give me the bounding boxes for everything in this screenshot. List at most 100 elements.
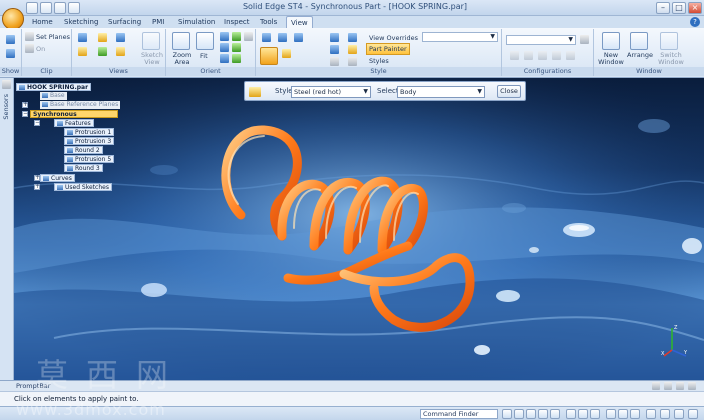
tree-item-protrusion-3[interactable]: Protrusion 3 (64, 137, 115, 145)
status-camera-icon[interactable] (674, 409, 684, 419)
spring-model[interactable] (14, 78, 704, 380)
shaded-icon[interactable] (262, 33, 271, 42)
tree-root[interactable]: HOOK SPRING.par (16, 83, 92, 91)
tree-item-protrusion-1[interactable]: Protrusion 1 (64, 128, 115, 136)
wireframe-icon[interactable] (282, 49, 291, 58)
status-layers-icon[interactable] (660, 409, 670, 419)
tab-surfacing[interactable]: Surfacing (104, 16, 145, 28)
fit-button[interactable]: Fit (200, 52, 208, 60)
config-option-icon[interactable] (566, 51, 575, 60)
options-icon[interactable] (664, 382, 672, 390)
tab-inspect[interactable]: Inspect (220, 16, 254, 28)
command-finder-input[interactable]: Command Finder (420, 409, 498, 419)
zoom-area-icon[interactable] (172, 32, 190, 50)
silhouettes-icon[interactable] (330, 57, 339, 66)
status-zoom-icon[interactable] (502, 409, 512, 419)
zoom-area-button[interactable]: Zoom Area (170, 52, 194, 66)
graphics-window[interactable]: Style: Steel (red hot) ▼ Select: Body ▼ … (14, 78, 704, 380)
perspective-icon[interactable] (348, 33, 357, 42)
minimize-button[interactable]: – (656, 2, 670, 14)
switch-window-button[interactable]: Switch Window (656, 52, 686, 66)
close-button[interactable]: Close (497, 85, 521, 98)
view-style-combo[interactable]: ▼ (422, 32, 498, 42)
tab-sketching[interactable]: Sketching (60, 16, 102, 28)
fit-icon[interactable] (196, 32, 214, 50)
tree-item-used-sketches[interactable]: Used Sketches (54, 183, 112, 191)
pathfinder-icon[interactable] (2, 80, 11, 89)
status-view-icon[interactable] (538, 409, 548, 419)
background-icon[interactable] (348, 45, 357, 54)
pan-icon[interactable] (232, 32, 241, 41)
tab-pmi[interactable]: PMI (148, 16, 168, 28)
status-display-icon[interactable] (578, 409, 588, 419)
config-option-icon[interactable] (552, 51, 561, 60)
tree-item-base-reference-planes[interactable]: Base Reference Planes (40, 101, 121, 109)
tab-home[interactable]: Home (28, 16, 57, 28)
status-sketch-view-icon[interactable] (618, 409, 628, 419)
shadows-icon[interactable] (330, 45, 339, 54)
maximize-button[interactable]: □ (672, 2, 686, 14)
clip-on-button[interactable]: On (36, 45, 45, 53)
help-icon[interactable] (676, 382, 684, 390)
tree-item-features[interactable]: Features (54, 119, 94, 127)
paint-bucket-icon[interactable] (249, 87, 261, 97)
undo-icon[interactable] (40, 2, 52, 14)
look-at-face-icon[interactable] (232, 54, 241, 63)
sensors-tab[interactable]: Sensors (2, 94, 10, 120)
status-options-icon[interactable] (688, 409, 698, 419)
tab-tools[interactable]: Tools (256, 16, 281, 28)
application-button[interactable] (2, 8, 24, 30)
save-icon[interactable] (26, 2, 38, 14)
config-option-icon[interactable] (524, 51, 533, 60)
dropdown-icon[interactable] (68, 2, 80, 14)
save-configuration-icon[interactable] (580, 35, 589, 44)
status-rotate-icon[interactable] (526, 409, 536, 419)
switch-window-icon[interactable] (660, 32, 678, 50)
part-painter-button[interactable]: Part Painter (366, 43, 410, 55)
expand-toggle[interactable]: + (22, 102, 28, 108)
reflections-icon[interactable] (348, 57, 357, 66)
view-front-icon[interactable] (78, 33, 87, 42)
visible-edges-icon[interactable] (294, 33, 303, 42)
status-zoom-area-icon[interactable] (630, 409, 640, 419)
status-render-icon[interactable] (590, 409, 600, 419)
status-fit-icon[interactable] (550, 409, 560, 419)
collapse-toggle[interactable]: − (34, 120, 40, 126)
tree-item-round-2[interactable]: Round 2 (64, 146, 103, 154)
rotate-icon[interactable] (220, 43, 229, 52)
pin-icon[interactable] (652, 382, 660, 390)
status-view-orient-icon[interactable] (606, 409, 616, 419)
tree-item-protrusion-5[interactable]: Protrusion 5 (64, 155, 115, 163)
sketch-view-button[interactable]: Sketch View (140, 52, 164, 66)
configuration-combo[interactable]: ▼ (506, 35, 576, 45)
status-shading-icon[interactable] (566, 409, 576, 419)
shaded-edges-icon[interactable] (278, 33, 287, 42)
spin-about-icon[interactable] (232, 43, 241, 52)
render-mode-icon[interactable] (260, 47, 278, 65)
view-top-icon[interactable] (98, 33, 107, 42)
config-option-icon[interactable] (510, 51, 519, 60)
orient-extra-icon[interactable] (244, 32, 253, 41)
tab-simulation[interactable]: Simulation (174, 16, 219, 28)
status-pan-icon[interactable] (514, 409, 524, 419)
show-icon[interactable] (6, 35, 15, 44)
arrange-icon[interactable] (630, 32, 648, 50)
show-all-icon[interactable] (6, 49, 15, 58)
status-settings-icon[interactable] (646, 409, 656, 419)
previous-view-icon[interactable] (220, 54, 229, 63)
view-right-icon[interactable] (116, 33, 125, 42)
close-window-button[interactable]: × (688, 2, 702, 14)
tab-view[interactable]: View (286, 16, 313, 28)
sketch-view-icon[interactable] (142, 32, 160, 50)
style-select[interactable]: Steel (red hot) ▼ (291, 86, 371, 98)
new-window-icon[interactable] (602, 32, 620, 50)
set-planes-button[interactable]: Set Planes (36, 33, 70, 41)
tree-item-round-3[interactable]: Round 3 (64, 164, 103, 172)
select-filter[interactable]: Body ▼ (397, 86, 485, 98)
zoom-icon[interactable] (220, 32, 229, 41)
tree-item-base[interactable]: Base (40, 92, 67, 100)
new-window-button[interactable]: New Window (596, 52, 626, 66)
tree-item-synchronous[interactable]: Synchronous (30, 110, 118, 118)
expand-toggle[interactable]: + (34, 184, 40, 190)
config-option-icon[interactable] (538, 51, 547, 60)
